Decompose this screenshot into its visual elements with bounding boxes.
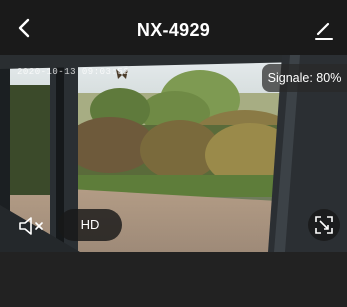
video-timestamp: 2020-10-13 09:03:52 xyxy=(17,67,130,77)
speaker-muted-icon[interactable] xyxy=(14,212,48,240)
live-video-view[interactable]: 2020-10-13 09:03:52 Signale: 80% HD xyxy=(0,55,347,252)
device-title: NX-4929 xyxy=(136,20,211,40)
edit-pencil-icon[interactable] xyxy=(313,19,335,41)
bottom-panel xyxy=(0,252,347,307)
top-bar: NX-4929 xyxy=(0,0,347,55)
signal-strength-badge: Signale: 80% xyxy=(262,64,347,92)
quality-hd-button[interactable]: HD xyxy=(58,209,122,241)
fullscreen-button[interactable] xyxy=(308,209,340,241)
expand-icon xyxy=(315,216,333,234)
